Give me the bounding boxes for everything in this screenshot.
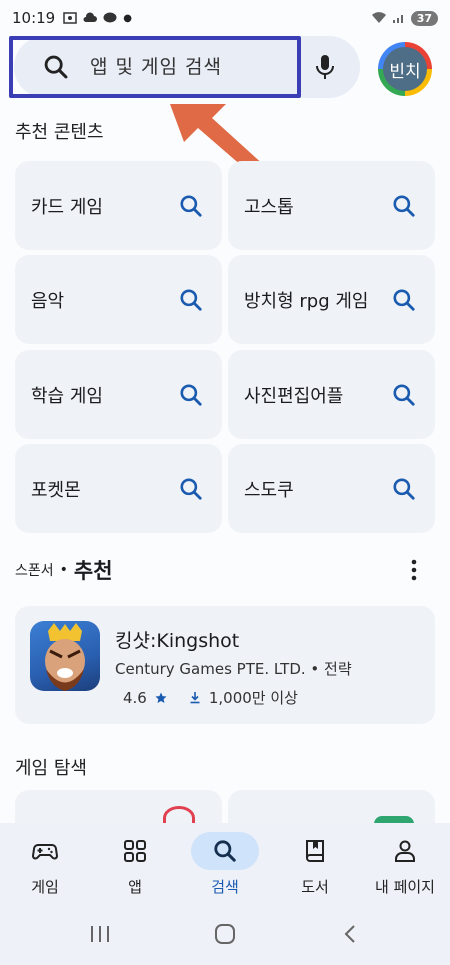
nav-books[interactable]: 도서 <box>270 823 360 908</box>
status-right: 37 <box>371 10 438 26</box>
search-icon <box>180 289 202 311</box>
nav-icon-container <box>371 832 439 870</box>
nav-my-page[interactable]: 내 페이지 <box>360 823 450 908</box>
chip-idle-rpg[interactable]: 방치형 rpg 게임 <box>228 255 435 344</box>
app-icon <box>30 621 100 691</box>
nav-icon-container <box>101 832 169 870</box>
wifi-icon <box>371 12 386 23</box>
search-icon <box>393 289 415 311</box>
talk-icon <box>103 12 117 23</box>
star-icon <box>155 692 167 703</box>
chip-music[interactable]: 음악 <box>15 255 222 344</box>
app-publisher: Century Games PTE. LTD. • 전략 <box>115 660 352 678</box>
battery-indicator: 37 <box>410 10 438 26</box>
status-time: 10:19 <box>12 9 56 27</box>
chip-label: 사진편집어플 <box>244 385 344 407</box>
sponsored-header: 스폰서 • 추천 <box>15 555 113 585</box>
microphone-icon[interactable] <box>313 52 337 82</box>
more-vert-icon[interactable] <box>404 558 424 582</box>
nav-label: 앱 <box>128 878 142 896</box>
signal-icon <box>392 15 403 23</box>
search-highlight-box <box>9 36 301 98</box>
recommended-title: 추천 콘텐츠 <box>15 122 104 143</box>
chip-pokemon[interactable]: 포켓몬 <box>15 444 222 533</box>
notification-icons: ● <box>63 12 132 24</box>
chip-label: 카드 게임 <box>31 196 103 218</box>
gamepad-icon <box>32 844 58 860</box>
back-icon[interactable] <box>342 924 358 944</box>
more-notifications-dot-icon: ● <box>123 12 132 24</box>
nav-apps[interactable]: 앱 <box>90 823 180 908</box>
sponsored-title: 추천 <box>73 559 113 583</box>
nav-icon-container <box>11 832 79 870</box>
chip-learning-game[interactable]: 학습 게임 <box>15 350 222 439</box>
nav-label: 검색 <box>211 878 239 896</box>
search-icon <box>180 384 202 406</box>
sponsored-app-card[interactable]: 킹샷:Kingshot Century Games PTE. LTD. • 전략… <box>15 606 435 724</box>
nav-label: 게임 <box>31 878 59 896</box>
app-rating: 4.6 <box>123 688 147 707</box>
chip-label: 고스톱 <box>244 196 294 218</box>
cloud-icon <box>83 12 98 22</box>
app-stats: 4.6 1,000만 이상 <box>123 687 298 708</box>
chip-card-game[interactable]: 카드 게임 <box>15 161 222 250</box>
bottom-navigation: 게임 앱 검색 도서 내 페이지 <box>0 823 450 908</box>
account-avatar[interactable]: 빈치 <box>378 42 432 96</box>
search-icon <box>393 384 415 406</box>
chip-label: 방치형 rpg 게임 <box>244 290 369 312</box>
person-icon <box>395 840 415 862</box>
search-icon <box>180 195 202 217</box>
chip-label: 포켓몬 <box>31 479 81 501</box>
nav-icon-container <box>281 832 349 870</box>
chip-label: 학습 게임 <box>31 385 103 407</box>
avatar-initials: 빈치 <box>383 47 427 91</box>
search-icon <box>393 195 415 217</box>
apps-grid-icon <box>124 840 146 862</box>
nav-games[interactable]: 게임 <box>0 823 90 908</box>
nav-label: 내 페이지 <box>375 878 435 896</box>
kingshot-logo-icon <box>45 623 85 691</box>
status-bar: 10:19 ● 37 <box>0 0 450 36</box>
search-icon <box>180 478 202 500</box>
sponsor-label: 스폰서 <box>15 563 54 579</box>
home-icon[interactable] <box>214 924 236 944</box>
download-icon <box>190 692 200 704</box>
separator: • <box>59 562 68 578</box>
explore-title: 게임 탐색 <box>15 758 87 779</box>
search-icon <box>393 478 415 500</box>
chip-sudoku[interactable]: 스도쿠 <box>228 444 435 533</box>
recent-apps-icon[interactable] <box>88 924 112 944</box>
nav-label: 도서 <box>301 878 329 896</box>
chip-gostop[interactable]: 고스톱 <box>228 161 435 250</box>
chip-label: 음악 <box>31 290 65 312</box>
system-navigation <box>0 908 450 965</box>
chip-label: 스도쿠 <box>244 479 294 501</box>
search-icon <box>214 840 236 862</box>
book-icon <box>306 840 324 862</box>
nav-icon-container <box>191 832 259 870</box>
nav-search[interactable]: 검색 <box>180 823 270 908</box>
chip-photo-editor[interactable]: 사진편집어플 <box>228 350 435 439</box>
screenshot-icon <box>63 12 77 24</box>
app-name: 킹샷:Kingshot <box>115 630 240 652</box>
app-downloads: 1,000만 이상 <box>208 689 298 707</box>
